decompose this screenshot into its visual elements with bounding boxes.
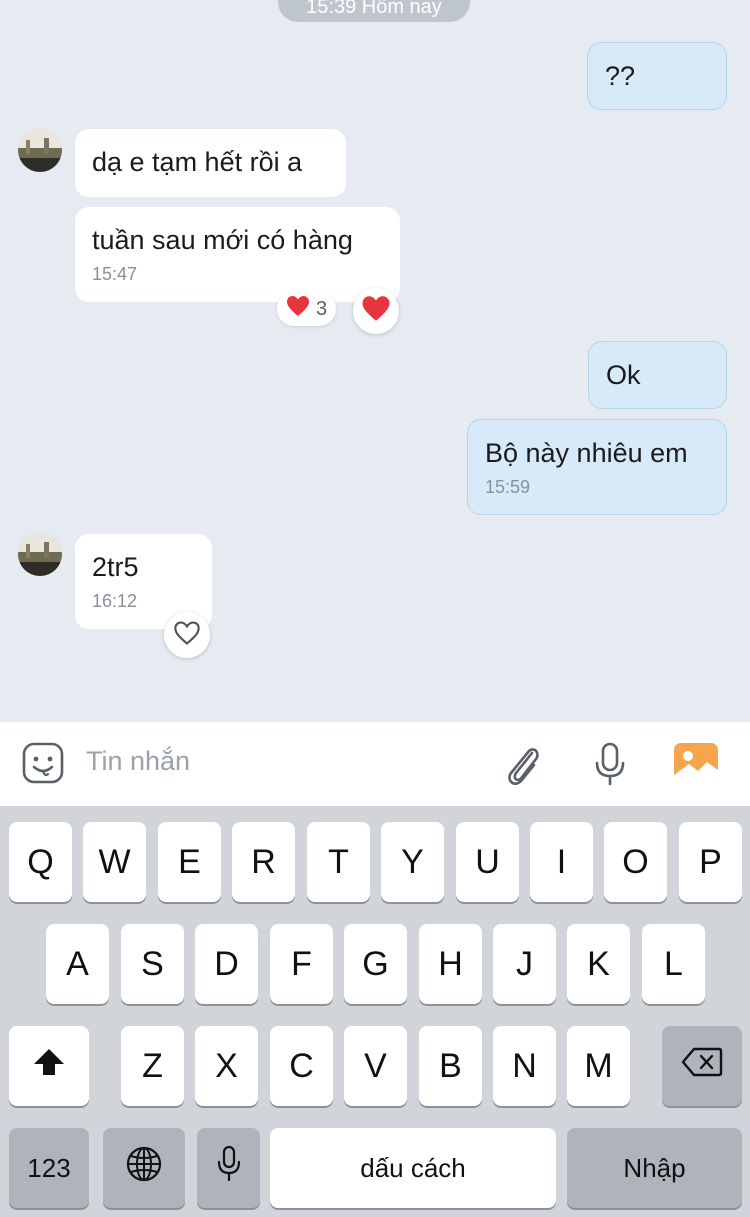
space-key[interactable]: dấu cách bbox=[270, 1128, 556, 1208]
return-key[interactable]: Nhập bbox=[567, 1128, 742, 1208]
backspace-key[interactable] bbox=[662, 1026, 742, 1106]
dictation-key[interactable] bbox=[197, 1128, 260, 1208]
globe-key[interactable] bbox=[103, 1128, 185, 1208]
key-n[interactable]: N bbox=[493, 1026, 556, 1106]
numbers-key[interactable]: 123 bbox=[9, 1128, 89, 1208]
heart-icon bbox=[361, 295, 391, 327]
message-text: Ok bbox=[606, 360, 641, 390]
shift-key[interactable] bbox=[9, 1026, 89, 1106]
message-time: 15:59 bbox=[485, 477, 531, 497]
key-f[interactable]: F bbox=[270, 924, 333, 1004]
key-g[interactable]: G bbox=[344, 924, 407, 1004]
message-text: tuần sau mới có hàng bbox=[92, 225, 353, 255]
key-i[interactable]: I bbox=[530, 822, 593, 902]
globe-icon bbox=[125, 1145, 163, 1192]
message-incoming[interactable]: tuần sau mới có hàng 15:47 bbox=[75, 207, 400, 302]
date-separator: 15:39 Hôm nay bbox=[278, 0, 470, 22]
key-b[interactable]: B bbox=[419, 1026, 482, 1106]
backspace-icon bbox=[681, 1047, 723, 1086]
heart-icon bbox=[286, 295, 310, 323]
key-x[interactable]: X bbox=[195, 1026, 258, 1106]
message-text: Bộ này nhiêu em bbox=[485, 438, 688, 468]
keyboard: Q W E R T Y U I O P A S D F G H J K L Z … bbox=[0, 806, 750, 1217]
key-z[interactable]: Z bbox=[121, 1026, 184, 1106]
key-d[interactable]: D bbox=[195, 924, 258, 1004]
key-u[interactable]: U bbox=[456, 822, 519, 902]
key-a[interactable]: A bbox=[46, 924, 109, 1004]
key-k[interactable]: K bbox=[567, 924, 630, 1004]
key-v[interactable]: V bbox=[344, 1026, 407, 1106]
sticker-icon[interactable] bbox=[20, 740, 66, 786]
key-e[interactable]: E bbox=[158, 822, 221, 902]
message-outgoing[interactable]: Ok bbox=[588, 341, 727, 409]
key-j[interactable]: J bbox=[493, 924, 556, 1004]
key-p[interactable]: P bbox=[679, 822, 742, 902]
react-button[interactable] bbox=[164, 612, 210, 658]
contact-avatar[interactable] bbox=[18, 128, 62, 172]
key-q[interactable]: Q bbox=[9, 822, 72, 902]
message-time: 15:47 bbox=[92, 264, 138, 284]
react-button[interactable] bbox=[353, 288, 399, 334]
key-s[interactable]: S bbox=[121, 924, 184, 1004]
key-m[interactable]: M bbox=[567, 1026, 630, 1106]
reaction-summary[interactable]: 3 bbox=[277, 292, 337, 326]
key-l[interactable]: L bbox=[642, 924, 705, 1004]
key-t[interactable]: T bbox=[307, 822, 370, 902]
message-text: 2tr5 bbox=[92, 552, 139, 582]
message-composer: Tin nhắn bbox=[0, 722, 750, 806]
message-outgoing[interactable]: ?? bbox=[587, 42, 727, 110]
message-input[interactable]: Tin nhắn bbox=[86, 744, 190, 778]
image-icon[interactable] bbox=[673, 742, 719, 784]
key-y[interactable]: Y bbox=[381, 822, 444, 902]
message-time: 16:12 bbox=[92, 591, 138, 611]
message-outgoing[interactable]: Bộ này nhiêu em 15:59 bbox=[467, 419, 727, 515]
message-incoming[interactable]: dạ e tạm hết rồi a bbox=[75, 129, 346, 197]
key-r[interactable]: R bbox=[232, 822, 295, 902]
reaction-count: 3 bbox=[316, 297, 328, 320]
message-text: dạ e tạm hết rồi a bbox=[92, 147, 303, 177]
microphone-icon[interactable] bbox=[590, 740, 630, 788]
key-o[interactable]: O bbox=[604, 822, 667, 902]
paperclip-icon[interactable] bbox=[500, 740, 544, 788]
message-text: ?? bbox=[605, 61, 636, 91]
microphone-icon bbox=[216, 1145, 242, 1192]
key-w[interactable]: W bbox=[83, 822, 146, 902]
chat-area: 15:39 Hôm nay ?? dạ e tạm hết rồi a tuần… bbox=[0, 0, 750, 722]
heart-outline-icon bbox=[173, 620, 201, 651]
key-c[interactable]: C bbox=[270, 1026, 333, 1106]
key-h[interactable]: H bbox=[419, 924, 482, 1004]
shift-arrow-icon bbox=[32, 1047, 66, 1086]
contact-avatar[interactable] bbox=[18, 532, 62, 576]
